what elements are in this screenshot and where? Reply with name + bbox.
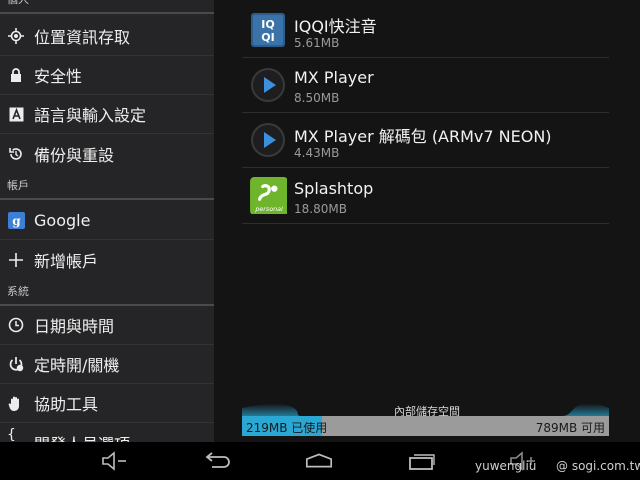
- app-list-pane: IQ QI IQQI快注音 5.61MB MX Player 8.50MB MX…: [214, 0, 640, 442]
- storage-available-text: 789MB 可用: [535, 421, 605, 435]
- app-name: IQQI快注音: [294, 17, 377, 36]
- back-icon[interactable]: [202, 450, 232, 472]
- app-size: 5.61MB: [294, 36, 340, 50]
- sidebar-item-location[interactable]: 位置資訊存取: [0, 17, 214, 56]
- storage-used-text: 219MB 已使用: [246, 421, 328, 435]
- sidebar-item-label: 協助工具: [34, 395, 99, 414]
- hand-icon: [7, 394, 25, 412]
- sidebar-item-label: 安全性: [34, 67, 83, 86]
- sidebar-item-label: 定時開/關機: [34, 356, 120, 375]
- mx-player-codec-icon: [251, 123, 285, 157]
- sidebar-item-add-account[interactable]: 新增帳戶: [0, 240, 214, 279]
- app-row-splashtop[interactable]: personal Splashtop 18.80MB: [242, 169, 609, 224]
- sidebar-item-backup[interactable]: 備份與重設: [0, 134, 214, 173]
- app-row-mx-player-codec[interactable]: MX Player 解碼包 (ARMv7 NEON) 4.43MB: [242, 113, 609, 168]
- watermark-site: @ sogi.com.tw: [556, 459, 640, 473]
- sidebar-item-label: 新增帳戶: [34, 251, 99, 271]
- app-row-mx-player[interactable]: MX Player 8.50MB: [242, 58, 609, 113]
- app-name: Splashtop: [294, 179, 374, 198]
- clock-icon: [7, 316, 25, 334]
- section-header-system: 系統: [0, 284, 214, 306]
- system-navigation-bar: [0, 442, 640, 480]
- svg-text:personal: personal: [254, 206, 283, 213]
- svg-text:g: g: [12, 214, 21, 228]
- section-header-accounts: 帳戶: [0, 178, 214, 200]
- sidebar-item-security[interactable]: 安全性: [0, 56, 214, 95]
- section-header-personal: 個人: [0, 0, 214, 14]
- sidebar-item-date-time[interactable]: 日期與時間: [0, 306, 214, 345]
- keyboard-icon: [7, 105, 25, 123]
- home-icon[interactable]: [304, 450, 334, 472]
- app-row-iqqi[interactable]: IQ QI IQQI快注音 5.61MB: [242, 3, 609, 58]
- sidebar-item-label: Google: [34, 210, 91, 230]
- braces-icon: { }: [7, 426, 16, 443]
- iqqi-app-icon: IQ QI: [251, 13, 285, 47]
- sidebar-item-label: 備份與重設: [34, 145, 115, 165]
- app-size: 8.50MB: [294, 91, 340, 105]
- lock-icon: [7, 66, 25, 84]
- sidebar-item-label: 語言與輸入設定: [34, 106, 147, 125]
- sidebar-item-power-schedule[interactable]: 定時開/關機: [0, 345, 214, 384]
- watermark-user: yuwengliu: [475, 459, 537, 473]
- sidebar-item-label: 日期與時間: [34, 317, 115, 336]
- power-timer-icon: [7, 355, 25, 373]
- svg-text:IQ: IQ: [261, 18, 274, 31]
- recent-apps-icon[interactable]: [407, 450, 437, 472]
- settings-sidebar: 個人 位置資訊存取 安全性 語言與輸入設定 備份與重設 帳戶 g Google: [0, 0, 214, 442]
- splashtop-icon: personal: [250, 177, 287, 214]
- app-size: 4.43MB: [294, 146, 340, 160]
- location-icon: [7, 27, 25, 45]
- sidebar-item-language[interactable]: 語言與輸入設定: [0, 95, 214, 134]
- svg-text:QI: QI: [261, 31, 274, 44]
- mx-player-icon: [251, 68, 285, 102]
- backup-icon: [7, 145, 25, 163]
- plus-icon: [7, 251, 25, 269]
- sidebar-item-label: 位置資訊存取: [34, 28, 131, 47]
- google-icon: g: [7, 211, 25, 229]
- volume-down-icon[interactable]: [99, 450, 129, 472]
- app-name: MX Player 解碼包 (ARMv7 NEON): [294, 127, 552, 146]
- sidebar-item-google[interactable]: g Google: [0, 201, 214, 240]
- storage-bar: 219MB 已使用 789MB 可用: [242, 416, 609, 436]
- sidebar-item-label: 開發人員選項: [34, 431, 130, 443]
- sidebar-item-accessibility[interactable]: 協助工具: [0, 384, 214, 423]
- app-size: 18.80MB: [294, 202, 347, 216]
- app-name: MX Player: [294, 68, 374, 87]
- sidebar-item-developer-options[interactable]: { } 開發人員選項: [0, 423, 214, 443]
